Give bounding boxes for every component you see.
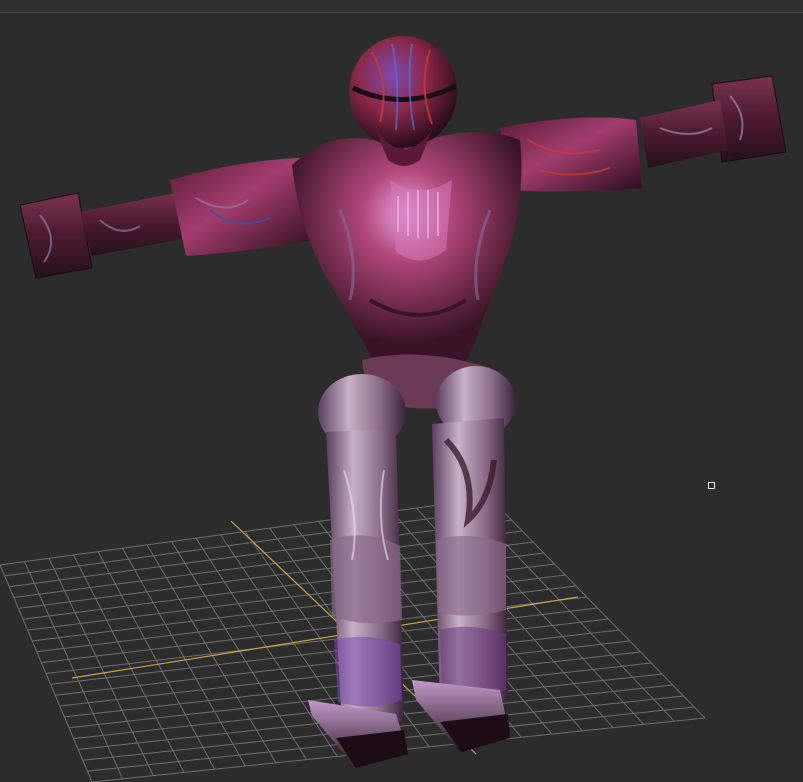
right-arm (500, 75, 787, 192)
torso (292, 132, 522, 368)
viewport-scene[interactable] (0, 0, 803, 782)
grid-line (489, 497, 706, 719)
left-arm (19, 158, 312, 279)
3d-viewport[interactable] (0, 0, 803, 782)
square-marker-icon[interactable] (708, 482, 715, 489)
character-model[interactable] (19, 36, 787, 768)
right-leg (432, 418, 508, 708)
left-leg (326, 428, 404, 726)
